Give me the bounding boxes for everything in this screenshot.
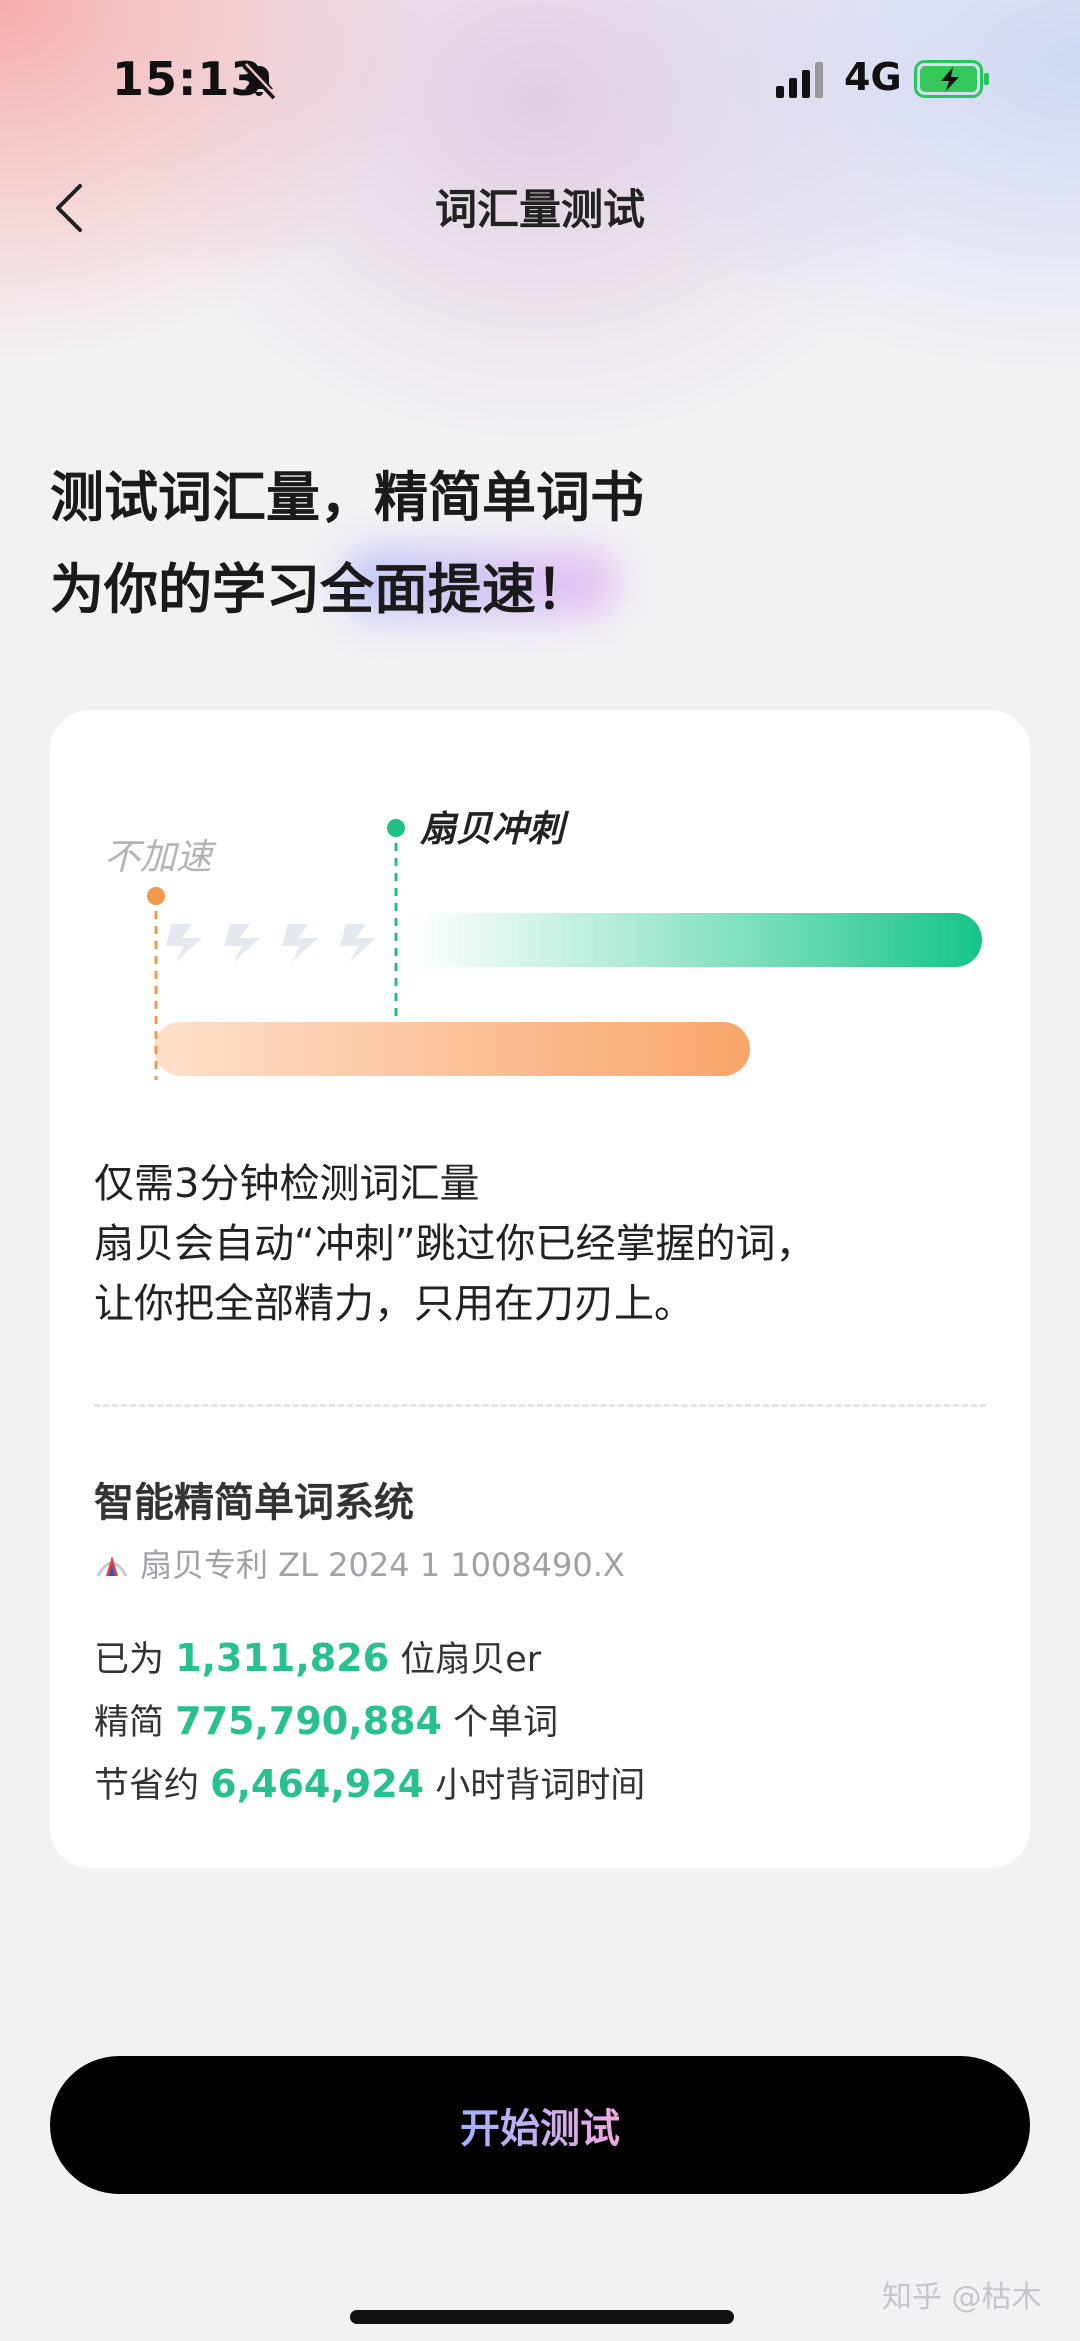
- description-line-1: 仅需3分钟检测词汇量: [94, 1161, 480, 1207]
- dashed-divider: [94, 1404, 986, 1407]
- stat-words-suffix: 个单词: [453, 1703, 559, 1743]
- mute-icon: [242, 63, 277, 100]
- headline-line-2: 为你的学习全面提速！: [50, 558, 590, 621]
- battery-icon: [914, 60, 989, 98]
- patent-logo-icon: [96, 1556, 128, 1577]
- lightning-icon: [282, 924, 318, 962]
- normal-marker-dot: [147, 887, 165, 905]
- patent-text: 扇贝专利 ZL 2024 1 1008490.X: [140, 1546, 625, 1584]
- stat-hours-suffix: 小时背词时间: [435, 1766, 646, 1806]
- info-card: 不加速 扇贝冲刺 仅需3分钟检测词汇量 扇贝会自动“冲刺”跳过你已经掌握的词， …: [50, 710, 1030, 1868]
- label-no-acceleration: 不加速: [104, 837, 213, 878]
- home-indicator[interactable]: [350, 2310, 734, 2324]
- stat-users-value: 1,311,826: [175, 1636, 390, 1680]
- page-title: 词汇量测试: [434, 185, 645, 234]
- stats: 已为 1,311,826 位扇贝er 精简 775,790,884 个单词 节省…: [94, 1628, 645, 1817]
- system-title: 智能精简单词系统: [94, 1480, 414, 1526]
- lightning-icon: [340, 924, 376, 962]
- normal-bar: [154, 1022, 750, 1076]
- sprint-marker-dot: [387, 819, 405, 837]
- network-type: 4G: [844, 55, 902, 99]
- stat-hours: 节省约 6,464,924 小时背词时间: [94, 1754, 645, 1817]
- stat-hours-prefix: 节省约: [94, 1766, 200, 1806]
- stat-users: 已为 1,311,826 位扇贝er: [94, 1628, 645, 1691]
- stat-hours-value: 6,464,924: [210, 1762, 425, 1806]
- description-line-3: 让你把全部精力，只用在刀刃上。: [94, 1281, 694, 1327]
- stat-words-prefix: 精简: [94, 1703, 165, 1743]
- patent-info: 扇贝专利 ZL 2024 1 1008490.X: [94, 1540, 625, 1586]
- description: 仅需3分钟检测词汇量 扇贝会自动“冲刺”跳过你已经掌握的词， 让你把全部精力，只…: [94, 1154, 815, 1334]
- watermark: 知乎 @枯木: [882, 2280, 1042, 2315]
- sprint-bar: [410, 913, 982, 967]
- status-bar: 15:13 4G: [0, 0, 1080, 160]
- headline-line-1: 测试词汇量，精简单词书: [50, 466, 644, 529]
- stat-users-suffix: 位扇贝er: [400, 1640, 542, 1680]
- stat-words: 精简 775,790,884 个单词: [94, 1691, 645, 1754]
- start-test-button[interactable]: 开始测试: [50, 2056, 1030, 2194]
- label-sprint: 扇贝冲刺: [420, 809, 565, 850]
- signal-icon: [776, 62, 823, 98]
- headline: 测试词汇量，精简单词书 为你的学习全面提速！: [50, 452, 644, 636]
- lightning-icon: [166, 924, 202, 962]
- description-line-2: 扇贝会自动“冲刺”跳过你已经掌握的词，: [94, 1221, 816, 1267]
- speed-comparison-illustration: [147, 819, 982, 1080]
- stat-users-prefix: 已为: [94, 1640, 165, 1680]
- lightning-icon-row: [166, 924, 376, 962]
- lightning-icon: [224, 924, 260, 962]
- stat-words-value: 775,790,884: [175, 1699, 442, 1743]
- start-test-label: 开始测试: [460, 2096, 620, 2154]
